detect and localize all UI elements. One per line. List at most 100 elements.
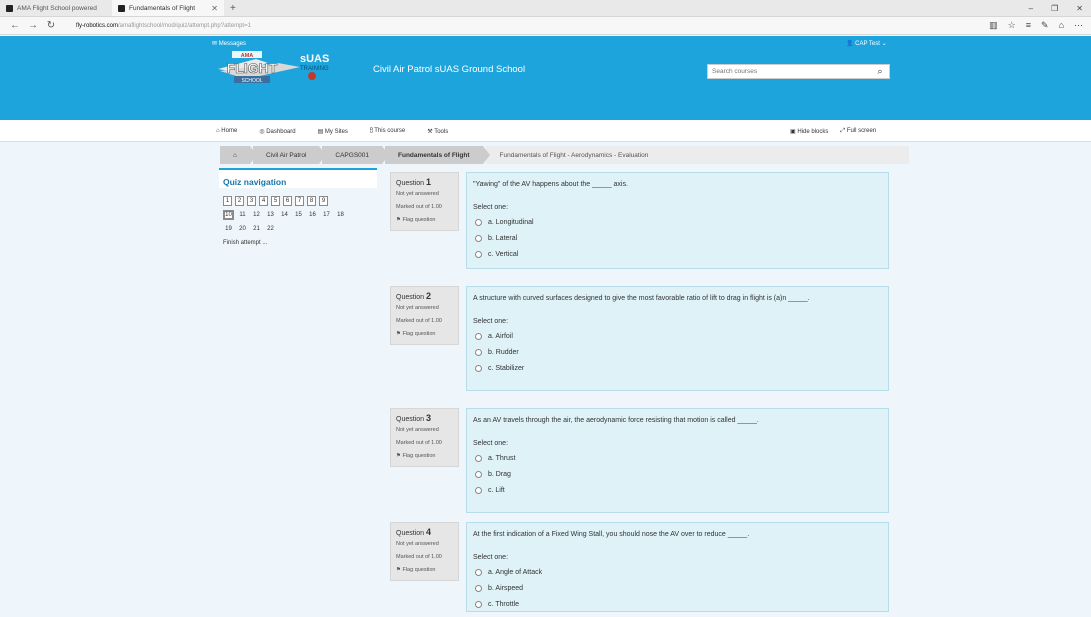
radio-button[interactable] — [475, 584, 482, 592]
hide-blocks-button[interactable]: ▣ Hide blocks — [790, 128, 828, 135]
answer-option[interactable]: a. Longitudinal — [473, 214, 882, 230]
radio-button[interactable] — [475, 364, 482, 372]
breadcrumb-item[interactable]: CAPGS001 — [322, 146, 389, 164]
quiz-nav-button-16[interactable]: 16 — [307, 210, 318, 220]
hub-icon[interactable]: ≡ — [1026, 20, 1031, 31]
quiz-nav-button-8[interactable]: 8 — [307, 196, 316, 206]
question-content: "Yawing" of the AV happens about the ___… — [466, 172, 889, 269]
radio-button[interactable] — [475, 234, 482, 242]
browser-tab-2[interactable]: Fundamentals of Flight ✕ — [112, 0, 224, 16]
quiz-nav-button-1[interactable]: 1 — [223, 196, 232, 206]
quiz-nav-button-3[interactable]: 3 — [247, 196, 256, 206]
restore-icon[interactable]: ❐ — [1051, 4, 1058, 13]
radio-button[interactable] — [475, 600, 482, 608]
answer-option[interactable]: c. Stabilizer — [473, 360, 882, 376]
favorite-star-icon[interactable]: ☆ — [1008, 20, 1016, 31]
quiz-nav-button-18[interactable]: 18 — [335, 210, 346, 220]
messages-link[interactable]: ✉ Messages — [212, 40, 246, 47]
logo-bottom-text: SCHOOL — [241, 78, 262, 84]
nav-tools[interactable]: ⚒ Tools — [427, 128, 448, 135]
logo-main-text: FLIGHT — [227, 60, 278, 76]
quiz-nav-button-21[interactable]: 21 — [251, 224, 262, 234]
question-info: Question 2 Not yet answered Marked out of … — [390, 286, 459, 345]
full-screen-button[interactable]: ⤢ Full screen — [840, 128, 876, 135]
flight-school-logo[interactable]: AMA FLIGHT SCHOOL sUAS TRAINING — [216, 49, 340, 87]
answer-label: b. Lateral — [488, 234, 518, 242]
answer-option[interactable]: c. Lift — [473, 482, 882, 498]
flag-question-link[interactable]: ⚑ Flag question — [396, 215, 453, 226]
answer-option[interactable]: b. Lateral — [473, 230, 882, 246]
search-icon[interactable]: ⌕ — [871, 66, 889, 77]
radio-button[interactable] — [475, 470, 482, 478]
browser-tab-1[interactable]: AMA Flight School powered — [0, 0, 112, 16]
quiz-nav-button-4[interactable]: 4 — [259, 196, 268, 206]
quiz-nav-button-10[interactable]: 10 — [223, 210, 234, 220]
answer-label: a. Thrust — [488, 454, 516, 462]
radio-button[interactable] — [475, 486, 482, 494]
quiz-nav-button-17[interactable]: 17 — [321, 210, 332, 220]
flag-question-link[interactable]: ⚑ Flag question — [396, 565, 453, 576]
more-icon[interactable]: ⋯ — [1074, 20, 1083, 31]
new-tab-button[interactable]: + — [224, 0, 242, 16]
question-status: Not yet answered — [396, 427, 439, 433]
close-window-icon[interactable]: ✕ — [1076, 4, 1083, 13]
logo-top-text: AMA — [241, 53, 254, 59]
search-input[interactable] — [708, 65, 871, 78]
nav-this-course[interactable]: ⩉ This course — [370, 128, 405, 135]
forward-icon[interactable]: → — [24, 20, 42, 31]
quiz-nav-button-14[interactable]: 14 — [279, 210, 290, 220]
answer-option[interactable]: c. Throttle — [473, 596, 882, 612]
breadcrumb: ⌂ Civil Air Patrol CAPGS001 Fundamentals… — [220, 146, 909, 164]
quiz-nav-button-5[interactable]: 5 — [271, 196, 280, 206]
refresh-icon[interactable]: ↻ — [42, 20, 60, 31]
answer-option[interactable]: b. Rudder — [473, 344, 882, 360]
nav-dashboard[interactable]: ◎ Dashboard — [259, 128, 295, 135]
answer-option[interactable]: b. Drag — [473, 466, 882, 482]
breadcrumb-home[interactable]: ⌂ — [220, 146, 257, 164]
flag-question-link[interactable]: ⚑ Flag question — [396, 451, 453, 462]
answer-option[interactable]: a. Thrust — [473, 450, 882, 466]
web-note-icon[interactable]: ✎ — [1041, 20, 1049, 31]
quiz-nav-button-19[interactable]: 19 — [223, 224, 234, 234]
back-icon[interactable]: ← — [6, 20, 24, 31]
breadcrumb-label: Fundamentals of Flight - Aerodynamics - … — [499, 151, 649, 159]
reading-view-icon[interactable]: ▥ — [989, 20, 998, 31]
radio-button[interactable] — [475, 348, 482, 356]
select-one-label: Select one: — [473, 204, 509, 211]
quiz-nav-button-15[interactable]: 15 — [293, 210, 304, 220]
quiz-nav-button-22[interactable]: 22 — [265, 224, 276, 234]
radio-button[interactable] — [475, 332, 482, 340]
nav-home[interactable]: ⌂ Home — [216, 128, 237, 134]
finish-attempt-link[interactable]: Finish attempt ... — [219, 234, 377, 252]
breadcrumb-item[interactable]: Fundamentals of Flight — [385, 146, 489, 164]
user-menu[interactable]: 👤 CAP Test ⌄ — [846, 40, 887, 47]
radio-button[interactable] — [475, 454, 482, 462]
flag-icon: ⚑ — [396, 217, 401, 223]
breadcrumb-item[interactable]: Civil Air Patrol — [252, 146, 327, 164]
quiz-nav-button-7[interactable]: 7 — [295, 196, 304, 206]
nav-home-label: Home — [221, 128, 238, 134]
answer-option[interactable]: b. Airspeed — [473, 580, 882, 596]
close-tab-icon[interactable]: ✕ — [211, 4, 218, 13]
quiz-nav-button-13[interactable]: 13 — [265, 210, 276, 220]
radio-button[interactable] — [475, 218, 482, 226]
minimize-icon[interactable]: – — [1029, 4, 1033, 13]
url-field[interactable]: fly-robotics.com/amaflightschool/mod/qui… — [76, 23, 251, 29]
answer-option[interactable]: c. Vertical — [473, 246, 882, 262]
quiz-nav-button-20[interactable]: 20 — [237, 224, 248, 234]
quiz-nav-button-6[interactable]: 6 — [283, 196, 292, 206]
answer-label: b. Drag — [488, 470, 511, 478]
nav-my-sites[interactable]: ▤ My Sites — [318, 128, 348, 135]
quiz-nav-button-12[interactable]: 12 — [251, 210, 262, 220]
answer-option[interactable]: a. Airfoil — [473, 328, 882, 344]
tab-label: Fundamentals of Flight — [129, 4, 196, 12]
radio-button[interactable] — [475, 250, 482, 258]
share-icon[interactable]: ⌂ — [1059, 20, 1064, 31]
radio-button[interactable] — [475, 568, 482, 576]
quiz-nav-button-11[interactable]: 11 — [237, 210, 248, 220]
flag-question-link[interactable]: ⚑ Flag question — [396, 329, 453, 340]
answer-option[interactable]: a. Angle of Attack — [473, 564, 882, 580]
quiz-nav-button-9[interactable]: 9 — [319, 196, 328, 206]
quiz-nav-button-2[interactable]: 2 — [235, 196, 244, 206]
messages-label: Messages — [218, 41, 247, 47]
